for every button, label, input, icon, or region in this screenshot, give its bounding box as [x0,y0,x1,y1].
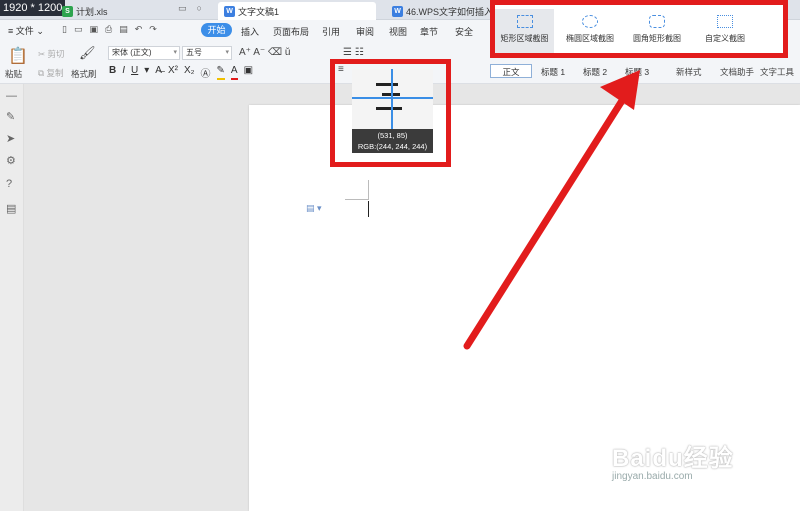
style-normal[interactable]: 正文 [490,64,532,78]
quick-access-toolbar: ▯ ▭ ▣ ⎙ ▤ ↶ ↷ [62,24,157,35]
highlight-icon[interactable]: ✎ [216,65,225,80]
crosshair-vertical [391,69,393,129]
style-gallery: 正文 标题 1 标题 2 标题 3 [490,64,658,78]
style-heading-2[interactable]: 标题 2 [574,64,616,78]
bullet-list-icon[interactable]: ☰ [343,47,352,58]
magnified-line [376,83,398,86]
rectangle-screenshot-button[interactable]: 矩形区域截图 [495,9,554,53]
bold-icon[interactable]: B [109,65,116,80]
rectangle-select-icon [516,15,533,28]
paragraph-icon[interactable]: ▤ ▾ [306,203,322,214]
watermark-logo: Baidu经验 [612,445,734,472]
ellipse-screenshot-button[interactable]: 椭圆区域截图 [559,9,621,53]
rounded-rect-screenshot-button[interactable]: 圆角矩形截图 [625,9,689,53]
superscript-icon[interactable]: X² [168,65,178,80]
spreadsheet-file-icon: S [62,5,73,17]
font-name-select[interactable]: 宋体 (正文) ▾ [108,46,180,60]
tab-label: 计划.xls [76,6,108,17]
font-size-tools: A⁺ A⁻ ⌫ ǔ [239,47,290,58]
doc-assistant-button[interactable]: 文档助手 [720,66,754,78]
format-painter-icon[interactable]: 🖌 [79,45,96,61]
tab-review[interactable]: 审阅 [356,25,374,38]
new-style-button[interactable]: 新样式 [676,66,702,78]
print-preview-icon[interactable]: ▤ [119,24,128,35]
tab-references[interactable]: 引用 [322,25,340,38]
tab-spreadsheet[interactable]: S 计划.xls [56,2,114,20]
tab-actions: ▭ ○ [178,3,202,14]
pixel-rgb: RGB:(244, 244, 244) [357,142,428,151]
writer-file-icon: W [392,5,403,17]
paste-button[interactable]: 粘贴 [5,68,22,80]
file-menu[interactable]: ≡ 文件 ⌄ [8,24,44,37]
text-cursor [368,201,369,217]
strikethrough-icon[interactable]: A̶ [155,65,162,80]
text-effect-icon[interactable]: Ⓐ [201,65,211,80]
font-size-select[interactable]: 五号 ▾ [182,46,232,60]
magnifier: (531, 85) RGB:(244, 244, 244) [352,69,433,153]
clear-format-icon[interactable]: ⌫ [268,47,282,58]
chevron-down-icon[interactable]: ▾ [144,65,149,80]
cursor-coordinates: (531, 85) [377,131,408,140]
magnifier-info: (531, 85) RGB:(244, 244, 244) [352,129,433,153]
new-doc-icon[interactable]: ▯ [62,24,67,35]
tab-page-layout[interactable]: 页面布局 [273,25,309,38]
margin-marker [345,180,369,200]
list-tools: ☰ ☷ [343,47,364,58]
watermark: Baidu经验 jingyan.baidu.com [612,438,734,482]
chevron-down-icon: ▾ [173,49,177,56]
monitor-icon[interactable]: ▭ [178,3,187,14]
undo-icon[interactable]: ↶ [135,24,143,35]
format-painter-button[interactable]: 格式刷 [71,68,97,80]
custom-screenshot-button[interactable]: 自定义截图 [695,9,755,53]
left-sidebar: — ✎ ➤ ⚙ ? ▤ [0,84,24,511]
tab-view[interactable]: 视图 [389,25,407,38]
chevron-down-icon: ▾ [225,49,229,56]
redo-icon[interactable]: ↷ [149,24,157,35]
tab-insert[interactable]: 插入 [241,25,259,38]
style-heading-1[interactable]: 标题 1 [532,64,574,78]
copy-icon: ⧉ [38,68,45,78]
cut-button[interactable]: ✂ 剪切 [38,48,65,60]
print-icon[interactable]: ⎙ [105,24,112,35]
shrink-font-icon[interactable]: A⁻ [253,47,265,58]
ellipse-select-icon [582,15,598,28]
font-color-icon[interactable]: A [230,65,238,80]
tab-start[interactable]: 开始 [201,23,232,37]
hamburger-icon: ≡ [8,26,14,36]
sliders-icon[interactable]: ⚙ [6,154,16,167]
collapse-icon[interactable]: — [6,90,17,102]
refresh-icon[interactable]: ○ [197,3,202,14]
cursor-icon[interactable]: ➤ [6,132,15,145]
tab-label: 文字文稿1 [238,6,280,17]
underline-icon[interactable]: U [131,65,138,80]
tab-chapter[interactable]: 章节 [420,25,438,38]
screenshot-toolbar: 矩形区域截图 椭圆区域截图 圆角矩形截图 自定义截图 [490,0,788,58]
style-heading-3[interactable]: 标题 3 [616,64,658,78]
tab-writer-doc[interactable]: W 文字文稿1 [218,2,376,20]
copy-button[interactable]: ⧉ 复制 [38,67,63,79]
format-row: B I U ▾ A̶ X² X₂ Ⓐ ✎ A ▣ [109,65,253,80]
writer-file-icon: W [224,5,235,17]
char-shading-icon[interactable]: ▣ [244,65,253,80]
text-tools-button[interactable]: 文字工具 [760,66,794,78]
save-icon[interactable]: ▣ [89,24,98,35]
open-folder-icon[interactable]: ▭ [74,24,83,35]
tab-security[interactable]: 安全 [455,25,473,38]
tab-label: 46.WPS文字如何插入截 [406,6,503,17]
help-icon[interactable]: ? [6,178,12,190]
paste-icon[interactable]: 📋 [8,46,28,66]
scissors-icon: ✂ [38,49,46,59]
magnified-line [376,107,402,110]
pen-icon[interactable]: ✎ [6,110,15,123]
rounded-rect-select-icon [649,15,665,28]
subscript-icon[interactable]: X₂ [184,65,195,80]
grow-font-icon[interactable]: A⁺ [239,47,251,58]
italic-icon[interactable]: I [122,65,125,80]
phonetic-guide-icon[interactable]: ǔ [285,47,291,58]
backup-icon[interactable]: ▤ [6,202,16,215]
numbered-list-icon[interactable]: ☷ [355,47,364,58]
chevron-down-icon: ⌄ [36,26,44,36]
custom-select-icon [717,15,733,28]
